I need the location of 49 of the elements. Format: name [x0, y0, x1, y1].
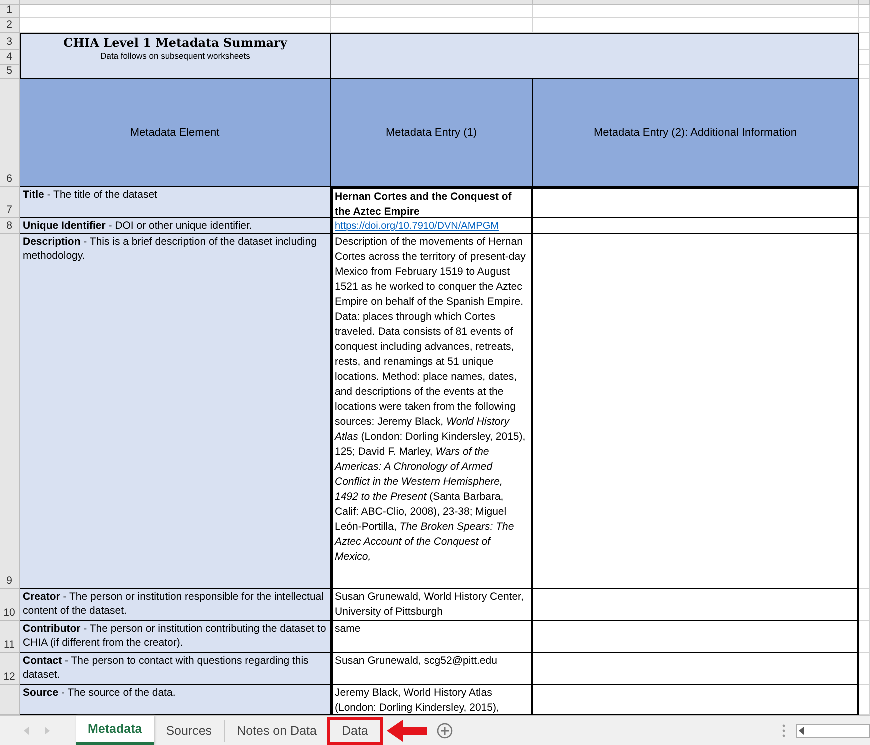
empty-cell — [859, 33, 870, 50]
empty-cell — [859, 589, 870, 621]
element-cell: Title - The title of the dataset — [20, 187, 331, 218]
entry-cell: Susan Grunewald, scg52@pitt.edu — [331, 653, 533, 685]
element-cell: Contributor - The person or institution contributing the dataset to CHIA (if different from the creator). — [20, 621, 331, 653]
empty-cell — [859, 187, 870, 218]
empty-cell — [859, 65, 870, 79]
element-cell: Unique Identifier - DOI or other unique identifier. — [20, 218, 331, 234]
entry-cell: Jeremy Black, World History Atlas (London: Dorling Kindersley, 2015), — [331, 685, 533, 715]
entry-cell: Hernan Cortes and the Conquest of the Aztec Empire — [331, 187, 533, 218]
empty-cell — [859, 218, 870, 234]
element-cell: Description - This is a brief description of the dataset including methodology. — [20, 234, 331, 589]
row-number: 4 — [6, 51, 12, 64]
element-cell: Source - The source of the data. — [20, 685, 331, 715]
row-number: 11 — [4, 639, 15, 652]
column-header: Metadata Element — [130, 126, 220, 138]
sheet-tab[interactable]: Metadata — [76, 716, 154, 745]
entry-cell: same — [331, 621, 533, 653]
sheet-tab[interactable]: Notes on Data — [225, 720, 330, 742]
row-number: 1 — [6, 4, 12, 17]
row-number: 9 — [6, 575, 12, 588]
horizontal-scrollbar[interactable] — [796, 724, 870, 738]
column-header: Metadata Entry (2): Additional Information — [594, 126, 797, 138]
row-number: 8 — [6, 220, 12, 233]
add-sheet-icon[interactable] — [437, 722, 454, 738]
empty-cell — [859, 621, 870, 653]
sheet-subtitle: Data follows on subsequent worksheets — [100, 51, 250, 62]
row-number: 3 — [6, 36, 12, 49]
row-number: 10 — [4, 607, 16, 620]
empty-cell — [859, 653, 870, 685]
row-number: 5 — [6, 65, 12, 78]
sheet-title: CHIA Level 1 Metadata Summary — [64, 36, 288, 51]
row-number: 7 — [6, 204, 12, 217]
element-cell: Contact - The person to contact with questions regarding this dataset. — [20, 653, 331, 685]
more-icon[interactable] — [782, 724, 786, 738]
element-cell: Creator - The person or institution responsible for the intellectual content of the dataset. — [20, 589, 331, 621]
sheet-tab[interactable]: Sources — [154, 720, 226, 742]
scroll-left-icon[interactable] — [24, 726, 30, 734]
row-number: 12 — [4, 671, 16, 684]
scrollbar-arrow-icon[interactable] — [797, 726, 807, 734]
row-number: 2 — [6, 19, 12, 32]
column-header: Metadata Entry (1) — [386, 126, 478, 138]
sheet-tab[interactable]: Data — [330, 720, 382, 742]
empty-cell — [859, 18, 870, 33]
empty-cell — [859, 50, 870, 65]
entry-cell: Description of the movements of Hernan Cortes across the territory of present-day Mexico from February 1519 to August 1521 as he worked to conquer the Aztec Empire on behalf of the Spanish Empire. Data: places through which Cortes traveled. Data consists of 81 events of conquest including advances, retreats, rests, and renamings at 51 unique locations. Method: place names, dates, and descriptions of the events at the locations were taken from the following sources: Jeremy Black, World History Atlas (London: Dorling Kindersley, 2015), 125; David F. Marley, Wars of the Americas: A Chronology of Armed Conflict in the Western Hemisphere, 1492 to the Present (Santa Barbara, Calif: ABC-Clio, 2008), 23-38; Miguel León-Portilla, The Broken Spears: The Aztec Account of the Conquest of Mexico, — [331, 234, 533, 589]
scroll-right-icon[interactable] — [44, 726, 50, 734]
row-number: 6 — [6, 173, 12, 186]
pointer-arrow — [387, 720, 428, 742]
